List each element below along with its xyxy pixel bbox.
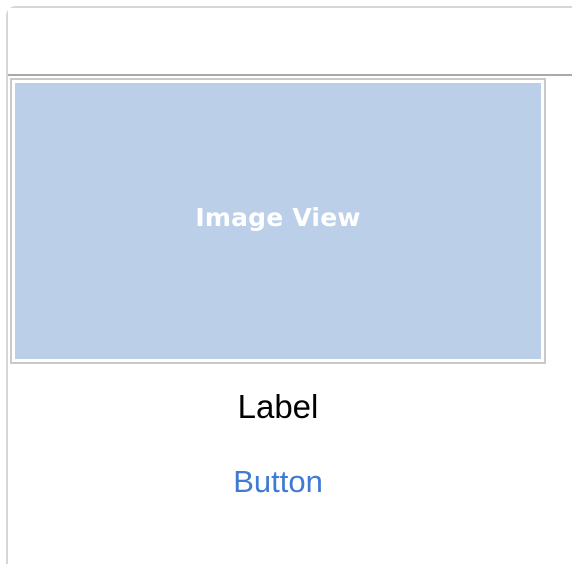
label[interactable]: Label — [10, 387, 546, 427]
button[interactable]: Button — [10, 463, 546, 501]
image-view-placeholder: Image View — [15, 83, 541, 359]
image-view-placeholder-text: Image View — [195, 202, 361, 232]
navigation-bar[interactable] — [8, 8, 572, 74]
image-view[interactable]: Image View — [10, 78, 546, 364]
navigation-bar-separator — [8, 74, 572, 76]
storyboard-canvas: Image View Label Button — [0, 0, 572, 564]
